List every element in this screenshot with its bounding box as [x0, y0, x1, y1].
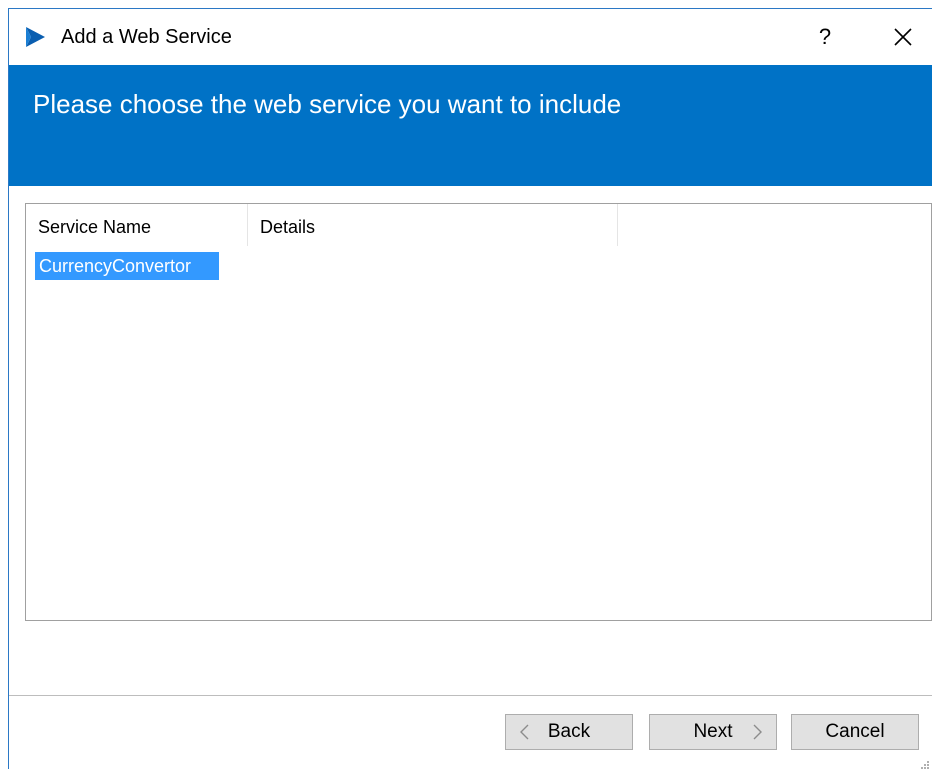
service-name-cell: CurrencyConvertor	[39, 256, 192, 276]
title-bar[interactable]: Add a Web Service ?	[9, 9, 932, 65]
banner-heading: Please choose the web service you want t…	[33, 89, 622, 119]
help-button[interactable]: ?	[805, 17, 845, 57]
column-header-details[interactable]: Details	[248, 204, 618, 246]
dialog-window: Add a Web Service ? Please choose the we…	[8, 8, 932, 769]
resize-grip-icon[interactable]	[920, 757, 930, 769]
back-button-label: Back	[547, 721, 591, 742]
next-button[interactable]: Next	[649, 714, 777, 750]
close-icon	[881, 28, 925, 61]
list-item[interactable]: CurrencyConvertor	[35, 252, 219, 280]
app-logo-icon	[23, 25, 47, 49]
footer-divider	[9, 695, 932, 696]
next-button-label: Next	[693, 721, 733, 742]
back-button[interactable]: Back	[505, 714, 633, 750]
service-list-view[interactable]: Service Name Details CurrencyConvertor	[25, 203, 932, 621]
cancel-button[interactable]: Cancel	[791, 714, 919, 750]
window-title: Add a Web Service	[61, 26, 232, 48]
column-header-service-name[interactable]: Service Name	[26, 204, 248, 246]
chevron-left-icon	[514, 715, 534, 749]
close-button[interactable]	[881, 17, 925, 57]
chevron-right-icon	[748, 715, 768, 749]
list-header: Service Name Details	[26, 204, 931, 246]
header-banner: Please choose the web service you want t…	[9, 65, 932, 186]
